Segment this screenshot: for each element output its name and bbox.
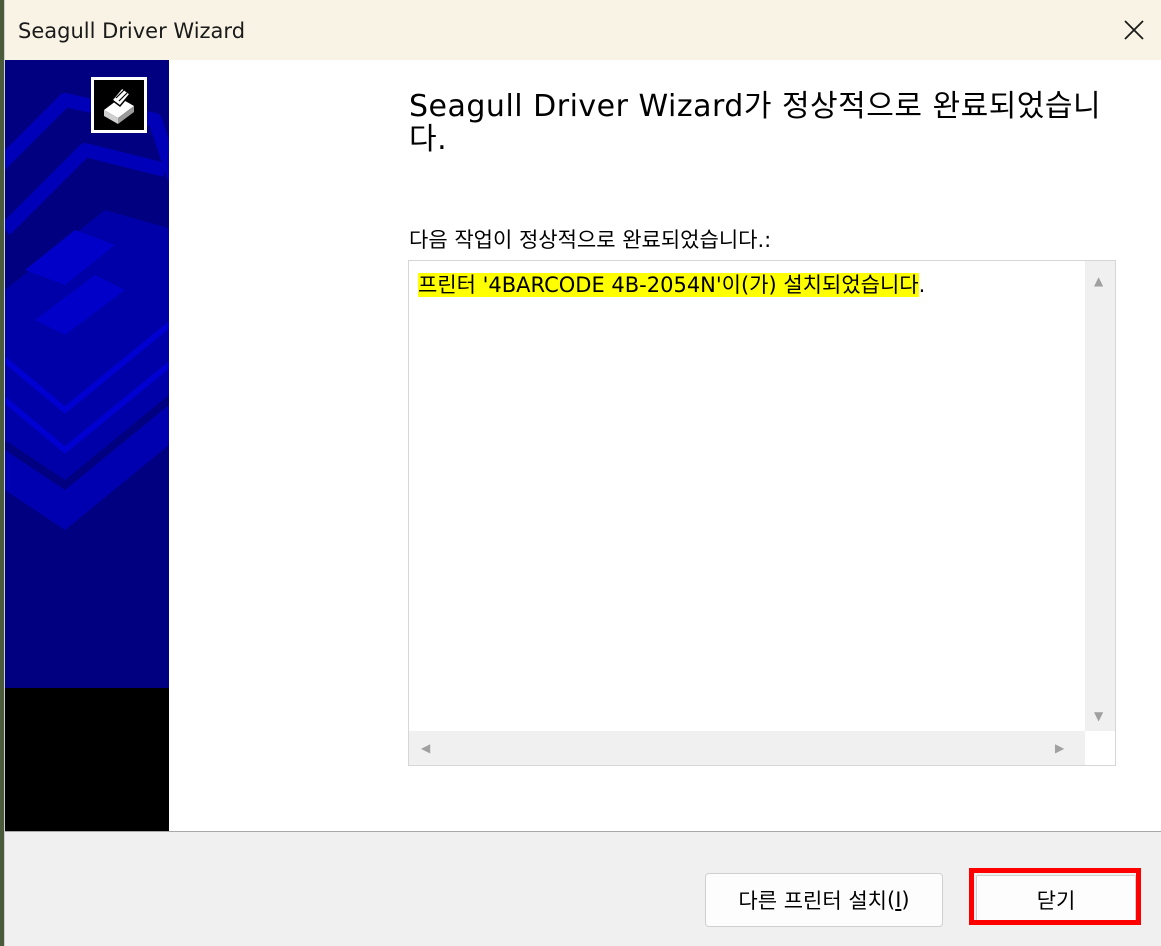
close-icon: [1124, 20, 1144, 40]
sidebar-footer-block: [5, 688, 169, 832]
install-other-label: 다른 프린터 설치: [738, 889, 887, 913]
completion-log-textbox[interactable]: 프린터 '4BARCODE 4B-2054N'이(가) 설치되었습니다. ▲ ▼…: [408, 260, 1116, 766]
printer-icon: [104, 86, 134, 124]
page-title: Seagull Driver Wizard가 정상적으로 완료되었습니다.: [409, 89, 1102, 157]
scroll-left-arrow-icon[interactable]: ◀: [421, 742, 430, 754]
status-description: 다음 작업이 정상적으로 완료되었습니다.:: [409, 228, 772, 252]
highlighted-text: 프린터 '4BARCODE 4B-2054N'이(가) 설치되었습니다: [418, 273, 919, 297]
window-title: Seagull Driver Wizard: [18, 19, 246, 43]
wizard-window: Seagull Driver Wizard Seagull Driver Wiz…: [4, 0, 1161, 946]
button-bar: 다른 프린터 설치(I) 닫기: [5, 832, 1161, 946]
close-window-button[interactable]: [1106, 0, 1161, 60]
title-bar: Seagull Driver Wizard: [5, 0, 1161, 60]
vertical-scrollbar[interactable]: ▲ ▼: [1085, 261, 1115, 733]
install-other-printer-button[interactable]: 다른 프린터 설치(I): [705, 873, 943, 927]
scroll-right-arrow-icon[interactable]: ▶: [1055, 742, 1064, 754]
printer-illustration: [5, 93, 169, 530]
horizontal-scrollbar[interactable]: ◀ ▶: [409, 731, 1085, 765]
log-line: 프린터 '4BARCODE 4B-2054N'이(가) 설치되었습니다.: [418, 269, 925, 299]
log-line-trailing: .: [918, 273, 926, 297]
paren-close: ): [901, 888, 910, 912]
scrollbar-corner: [1085, 731, 1115, 765]
scroll-down-arrow-icon[interactable]: ▼: [1094, 710, 1103, 722]
printer-logo: [91, 77, 147, 133]
scroll-up-arrow-icon[interactable]: ▲: [1094, 275, 1103, 287]
wizard-sidebar-banner: [5, 60, 169, 832]
paren-open: (: [886, 888, 896, 912]
close-button[interactable]: 닫기: [976, 875, 1136, 925]
